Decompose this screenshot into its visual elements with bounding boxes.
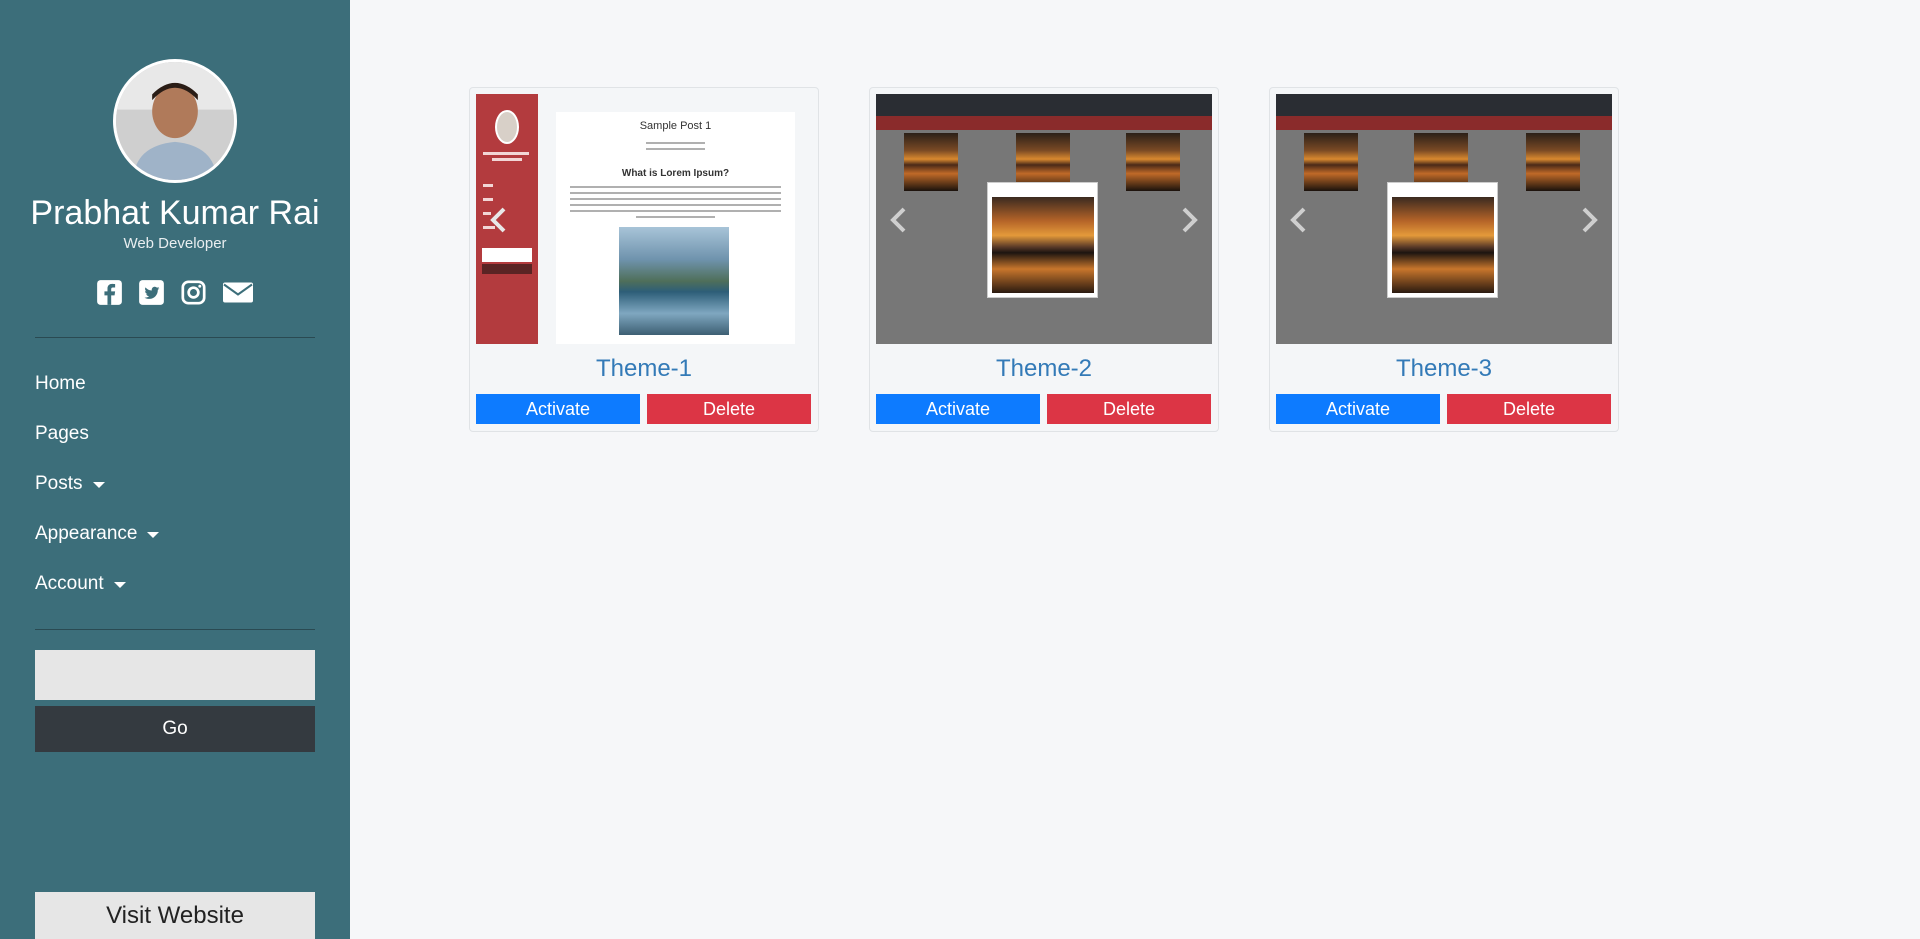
preview-heading: What is Lorem Ipsum? [621, 168, 730, 179]
theme-preview-image: Sample Post 1 What is Lorem Ipsum? [476, 94, 812, 344]
instagram-icon[interactable] [180, 279, 207, 306]
preview-modal-image [1392, 197, 1494, 293]
preview-thumbnail [1304, 133, 1358, 191]
sidebar-divider [35, 337, 315, 338]
chevron-left-icon [488, 206, 510, 234]
delete-button[interactable]: Delete [1447, 394, 1611, 424]
theme-title[interactable]: Theme-2 [870, 355, 1218, 383]
search-input[interactable] [35, 650, 315, 700]
nav-item-label: Appearance [35, 523, 138, 544]
profile-name: Prabhat Kumar Rai [30, 194, 320, 232]
avatar [113, 59, 237, 183]
theme-title[interactable]: Theme-1 [470, 355, 818, 383]
theme-card: Sample Post 1 What is Lorem Ipsum? Theme… [469, 87, 819, 432]
theme-card: Theme-2 Activate Delete [869, 87, 1219, 432]
preview-modal [1387, 182, 1498, 298]
preview-post-title: Sample Post 1 [639, 120, 712, 132]
preview-navbar [876, 116, 1212, 130]
twitter-icon[interactable] [138, 279, 165, 306]
facebook-icon[interactable] [96, 279, 123, 306]
preview-browser-chrome [876, 94, 1212, 116]
sidebar-divider [35, 629, 315, 630]
nav-item-appearance[interactable]: Appearance [35, 523, 160, 545]
nav-item-home[interactable]: Home [35, 373, 86, 395]
caret-down-icon [113, 582, 126, 588]
caret-down-icon [92, 482, 105, 488]
preview-browser-chrome [1276, 94, 1612, 116]
caret-down-icon [147, 532, 160, 538]
nav-item-label: Posts [35, 473, 83, 494]
avatar-image [116, 62, 234, 180]
preview-modal [987, 182, 1098, 298]
preview-lake-image [619, 227, 729, 335]
activate-button[interactable]: Activate [876, 394, 1040, 424]
theme-preview-image [876, 94, 1212, 344]
chevron-right-icon [1178, 206, 1200, 234]
theme-card: Theme-3 Activate Delete [1269, 87, 1619, 432]
preview-page: Sample Post 1 What is Lorem Ipsum? [556, 112, 795, 344]
nav-item-account[interactable]: Account [35, 573, 126, 595]
chevron-left-icon [1288, 206, 1310, 234]
theme-preview-image [1276, 94, 1612, 344]
visit-website-button[interactable]: Visit Website [35, 892, 315, 939]
theme-title[interactable]: Theme-3 [1270, 355, 1618, 383]
chevron-right-icon [1578, 206, 1600, 234]
nav-item-label: Pages [35, 423, 89, 444]
social-links [0, 279, 350, 306]
delete-button[interactable]: Delete [1047, 394, 1211, 424]
preview-navbar [1276, 116, 1612, 130]
nav-item-pages[interactable]: Pages [35, 423, 89, 445]
nav-item-label: Home [35, 373, 86, 394]
sidebar: Prabhat Kumar Rai Web Developer Home Pag… [0, 0, 350, 939]
nav-item-posts[interactable]: Posts [35, 473, 105, 495]
envelope-icon[interactable] [222, 279, 254, 306]
profile-role: Web Developer [123, 235, 227, 252]
preview-thumbnail [904, 133, 958, 191]
chevron-left-icon [888, 206, 910, 234]
activate-button[interactable]: Activate [1276, 394, 1440, 424]
preview-thumbnail [1526, 133, 1580, 191]
nav-item-label: Account [35, 573, 104, 594]
activate-button[interactable]: Activate [476, 394, 640, 424]
delete-button[interactable]: Delete [647, 394, 811, 424]
preview-avatar [495, 110, 519, 144]
go-button[interactable]: Go [35, 706, 315, 752]
preview-modal-image [992, 197, 1094, 293]
preview-thumbnail [1126, 133, 1180, 191]
